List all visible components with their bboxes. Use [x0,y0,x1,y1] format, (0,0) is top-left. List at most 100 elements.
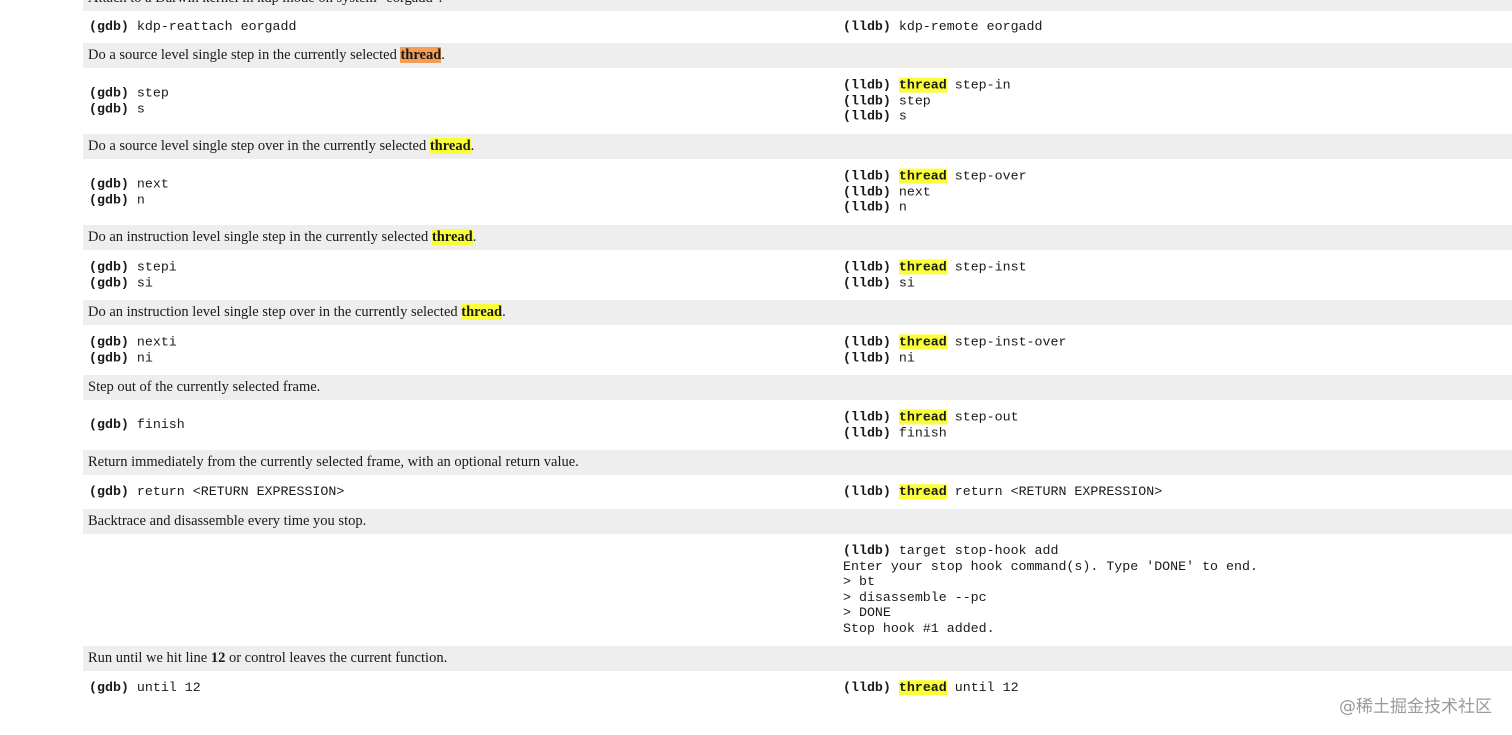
command-row: (gdb) nexti (gdb) ni (lldb) thread step-in… [83,325,1512,375]
text-segment: step-in [946,77,1011,93]
code-line: (lldb) thread until 12 [843,680,1019,696]
command-row: (gdb) kdp-reattach eorgadd (lldb) kdp-rem… [83,11,1512,43]
code-line: (gdb) step [89,85,169,101]
prompt: (gdb) [89,350,129,365]
text-segment: Stop hook #1 added. [843,621,995,637]
text-segment: Enter your stop hook command(s). Type 'D… [843,558,1258,574]
emphasis: 12 [210,650,226,666]
text-segment: step-over [946,168,1027,184]
code-line: (lldb) kdp-remote eorgadd [843,19,1043,35]
gdb-command: (gdb) return <RETURN EXPRESSION> [89,484,344,500]
code-line: (gdb) until 12 [89,680,201,696]
code-line: (lldb) next [843,184,1027,200]
prompt: (gdb) [89,680,129,696]
code-line: (lldb) s [843,109,1011,125]
text-segment: n [890,199,907,215]
code-line: > DONE [843,606,1258,622]
prompt: (lldb) [843,334,891,350]
code-line: (lldb) thread step-in [843,77,1011,94]
command-map-table: Attach to a Darwin kernel in kdp mode on… [83,0,1512,705]
prompt: (gdb) [89,484,129,500]
search-highlight: thread [461,304,503,320]
search-highlight: thread [898,77,947,93]
prompt: (lldb) [843,425,891,440]
code-line: (gdb) stepi [89,259,177,275]
prompt: (lldb) [843,680,891,696]
prompt: (lldb) [843,77,891,93]
row-description: Do an instruction level single step in t… [83,225,1512,250]
text-segment: finish [890,425,947,440]
text-segment [891,259,899,274]
code-line: (lldb) step [843,93,1011,109]
text-segment: Attach to a Darwin kernel in kdp mode on… [88,0,442,6]
prompt: (gdb) [89,85,129,101]
text-segment: stepi [128,259,177,275]
text-segment: Do a source level single step over in th… [88,138,430,154]
search-highlight: thread [898,409,947,425]
code-line: > bt [843,574,1258,590]
code-line: (gdb) return <RETURN EXPRESSION> [89,484,344,500]
text-segment: s [890,108,907,124]
text-segment: > disassemble --pc [843,590,987,605]
code-line: > disassemble --pc [843,590,1258,606]
prompt: (gdb) [89,334,129,350]
gdb-command: (gdb) stepi (gdb) si [89,259,177,290]
prompt: (gdb) [89,192,129,207]
text-segment: until 12 [946,680,1019,696]
search-highlight: thread [898,259,947,275]
text-segment: nexti [128,334,177,350]
lldb-command: (lldb) thread step-inst (lldb) si [843,259,1027,290]
row-description: Do a source level single step over in th… [83,134,1512,159]
text-segment: until 12 [128,680,201,696]
text-segment: return <RETURN EXPRESSION> [128,484,345,500]
prompt: (gdb) [89,101,129,116]
code-line: (gdb) nexti [89,334,177,350]
text-segment: Do a source level single step in the cur… [88,47,401,63]
text-segment: next [890,184,931,200]
text-segment: kdp-reattach eorgadd [128,19,297,35]
text-segment: kdp-remote eorgadd [890,19,1043,35]
prompt: (gdb) [89,417,129,433]
prompt: (lldb) [843,184,891,200]
command-row: (gdb) stepi (gdb) si (lldb) thread step-in… [83,250,1512,300]
code-line: (lldb) target stop-hook add [843,543,1258,559]
code-line: (gdb) s [89,101,169,117]
code-line: (gdb) ni [89,350,177,366]
text-segment [891,169,899,184]
command-row: (gdb) return <RETURN EXPRESSION> (lldb) t… [83,475,1512,509]
text-segment: finish [128,417,185,433]
code-line: (gdb) finish [89,417,185,433]
code-line: (gdb) next [89,176,169,192]
lldb-command: (lldb) thread step-out (lldb) finish [843,409,1019,440]
command-row: (gdb) until 12 (lldb) thread until 12 [83,671,1512,705]
gdb-command: (gdb) step (gdb) s [89,85,169,116]
text-segment: step-inst [946,259,1027,275]
text-segment: si [890,275,915,290]
lldb-command: (lldb) thread until 12 [843,680,1019,696]
text-segment: > DONE [843,605,891,621]
text-segment [891,334,899,349]
lldb-command: (lldb) target stop-hook add Enter your st… [843,543,1258,637]
code-line: (lldb) thread step-inst-over [843,334,1066,350]
text-segment: or control leaves the current function. [225,650,448,666]
code-line: (lldb) thread step-over [843,168,1027,185]
search-highlight: thread [400,47,442,63]
code-line: (lldb) thread return <RETURN EXPRESSION> [843,484,1162,500]
gdb-command: (gdb) kdp-reattach eorgadd [89,19,296,35]
gdb-command: (gdb) finish [89,417,185,433]
text-segment: . [502,304,506,320]
prompt: (lldb) [843,199,891,215]
text-segment: Step out of the currently selected frame… [88,379,321,395]
text-segment: step [890,93,931,109]
code-line: (gdb) kdp-reattach eorgadd [89,19,296,35]
prompt: (lldb) [843,484,891,500]
watermark: @稀土掘金技术社区 [1339,697,1492,717]
gdb-command: (gdb) until 12 [89,680,201,696]
row-description: Backtrace and disassemble every time you… [83,509,1512,534]
prompt: (lldb) [843,93,891,109]
text-segment: Run until we hit line [88,650,211,666]
lldb-command: (lldb) thread step-over (lldb) next (lldb)… [843,168,1027,216]
prompt: (lldb) [843,259,891,275]
prompt: (lldb) [843,19,891,35]
search-highlight: thread [898,484,947,500]
